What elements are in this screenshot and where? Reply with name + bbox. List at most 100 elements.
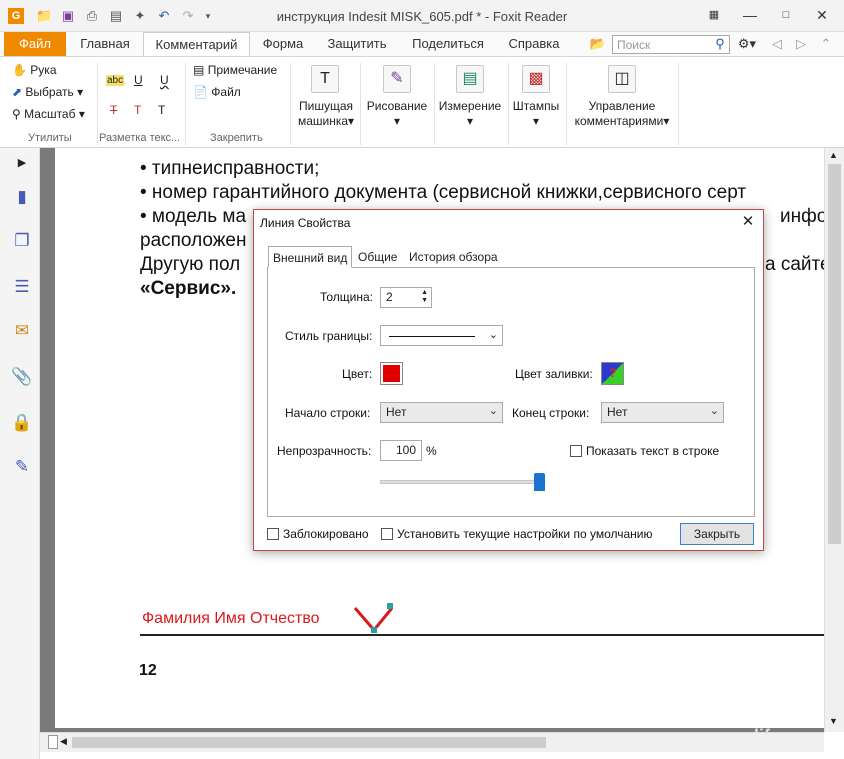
line-start-label: Начало строки: [285, 406, 371, 420]
zoom-icon: ⚲ [12, 107, 21, 121]
ribbon-options-icon[interactable]: ▦ [704, 6, 724, 24]
tab-general[interactable]: Общие [354, 246, 401, 268]
tab-form[interactable]: Форма [254, 32, 312, 56]
page-view-icon[interactable] [48, 735, 58, 749]
close-button[interactable]: Закрыть [680, 523, 754, 545]
group-label-pin: Закрепить [210, 132, 263, 144]
separator [185, 63, 186, 145]
security-lock-icon[interactable]: 🔒 [11, 412, 33, 434]
collapse-ribbon-icon[interactable]: ⌃ [818, 32, 834, 56]
underline-button[interactable]: U [134, 73, 143, 87]
page-thumbnail-icon[interactable]: ▮ [11, 186, 33, 208]
measure-button[interactable]: Измерение ▾ [436, 99, 504, 129]
layers-pages-icon[interactable]: ❐ [11, 230, 33, 252]
note-button[interactable]: ▤ Примечание [193, 63, 277, 77]
doc-line: • номер гарантийного документа (сервисно… [140, 182, 747, 203]
tab-appearance[interactable]: Внешний вид [268, 246, 353, 268]
line-end-select[interactable]: Нет ⌄ [601, 402, 724, 423]
red-swatch [383, 365, 400, 382]
scroll-down-icon[interactable]: ▼ [829, 716, 838, 726]
minimize-button[interactable]: — [740, 6, 760, 24]
file-icon: 📄 [193, 85, 208, 99]
color-swatch-button[interactable] [380, 362, 403, 385]
prev-icon[interactable]: ◁ [770, 32, 784, 56]
replace-text-button[interactable]: T [134, 103, 141, 117]
manage-comments-button[interactable]: Управление комментариями▾ [570, 99, 674, 129]
hand-tool[interactable]: ✋ Рука [12, 63, 57, 77]
vertical-scrollbar[interactable]: ▲ ▼ [824, 148, 844, 732]
typewriter-icon[interactable]: T [311, 65, 339, 93]
signature-line[interactable] [140, 634, 824, 636]
tab-help[interactable]: Справка [500, 32, 568, 56]
squiggly-button[interactable]: U [160, 73, 169, 87]
line-end-label: Конец строки: [512, 406, 590, 420]
note-icon: ▤ [193, 63, 205, 77]
color-label: Цвет: [342, 367, 373, 381]
tab-protect[interactable]: Защитить [318, 32, 396, 56]
insert-text-button[interactable]: T [158, 103, 165, 117]
border-style-label: Стиль границы: [285, 329, 373, 343]
settings-gear-icon[interactable]: ⚙▾ [734, 32, 760, 56]
signature-icon[interactable]: ✎ [11, 456, 33, 478]
separator [566, 63, 567, 145]
stamps-button[interactable]: Штампы ▾ [510, 99, 562, 129]
group-label-markup: Разметка текс... [99, 132, 181, 144]
thickness-stepper[interactable]: 2 ▲ ▼ [380, 287, 432, 308]
opacity-label: Непрозрачность: [277, 444, 372, 458]
attachments-icon[interactable]: 📎 [11, 366, 33, 388]
expand-panel-icon[interactable]: ▶ [11, 152, 33, 174]
search-icon[interactable]: ⚲ [710, 32, 730, 56]
opacity-input[interactable]: 100 [380, 440, 422, 461]
opacity-slider-thumb[interactable] [534, 473, 545, 491]
tab-comment[interactable]: Комментарий [143, 32, 250, 57]
typewriter-button[interactable]: Пишущая машинка▾ [296, 99, 356, 129]
separator [360, 63, 361, 145]
fill-color-label: Цвет заливки: [515, 367, 593, 381]
next-icon[interactable]: ▷ [794, 32, 808, 56]
file-attach-button[interactable]: 📄 Файл [193, 85, 241, 99]
tab-share[interactable]: Поделиться [404, 32, 492, 56]
show-text-label: Показать текст в строке [586, 444, 720, 458]
find-folder-icon[interactable]: 📂 [588, 32, 608, 56]
line-start-select[interactable]: Нет ⌄ [380, 402, 503, 423]
close-window-button[interactable]: ✕ [812, 6, 832, 24]
manage-comments-icon[interactable]: ◫ [608, 65, 636, 93]
dialog-close-icon[interactable]: ✕ [739, 213, 757, 231]
separator [290, 63, 291, 145]
show-text-checkbox[interactable] [570, 445, 582, 457]
scroll-left-icon[interactable]: ◀ [60, 736, 67, 747]
navigation-panel: ▶ ▮ ❐ ☰ ✉ 📎 🔒 ✎ [0, 148, 40, 759]
layers-icon[interactable]: ☰ [11, 276, 33, 298]
comments-icon[interactable]: ✉ [11, 320, 33, 342]
highlight-text-button[interactable]: abc [106, 75, 125, 86]
scroll-up-icon[interactable]: ▲ [829, 150, 838, 160]
opacity-slider-track[interactable] [380, 480, 540, 484]
set-default-checkbox[interactable] [381, 528, 393, 540]
doc-line: инфо [780, 206, 828, 227]
ruler-icon[interactable]: ▤ [456, 65, 484, 93]
stepper-arrows-icon[interactable]: ▲ ▼ [421, 289, 428, 305]
select-cursor-icon: ⬈ [12, 85, 23, 99]
percent-label: % [426, 444, 437, 458]
zoom-tool[interactable]: ⚲ Масштаб ▾ [12, 107, 85, 121]
drawing-button[interactable]: Рисование ▾ [364, 99, 430, 129]
tab-review-history[interactable]: История обзора [405, 246, 502, 268]
fill-color-none-button[interactable]: ? [601, 362, 624, 385]
strikeout-button[interactable]: T [110, 103, 117, 117]
select-tool[interactable]: ⬈ Выбрать ▾ [12, 85, 83, 99]
border-style-select[interactable]: ⌄ [380, 325, 503, 346]
stamp-icon[interactable]: ▩ [522, 65, 550, 93]
scroll-thumb[interactable] [828, 164, 841, 544]
horizontal-scrollbar[interactable]: ◀ [40, 732, 824, 752]
hscroll-thumb[interactable] [72, 737, 546, 748]
doc-line: • модель ма [140, 206, 247, 227]
locked-checkbox[interactable] [267, 528, 279, 540]
title-bar: G 📁 ▣ ⎙ ▤ ✦ ↶ ↷ ▾ инструкция Indesit MIS… [0, 0, 844, 32]
maximize-button[interactable]: □ [776, 6, 796, 24]
tab-home[interactable]: Главная [72, 32, 138, 56]
pencil-icon[interactable]: ✎ [383, 65, 411, 93]
doc-line: «Сервис». [140, 278, 237, 299]
chevron-down-icon: ⌄ [488, 329, 498, 341]
doc-line: а сайте [765, 254, 831, 275]
tab-file[interactable]: Файл [4, 32, 66, 56]
